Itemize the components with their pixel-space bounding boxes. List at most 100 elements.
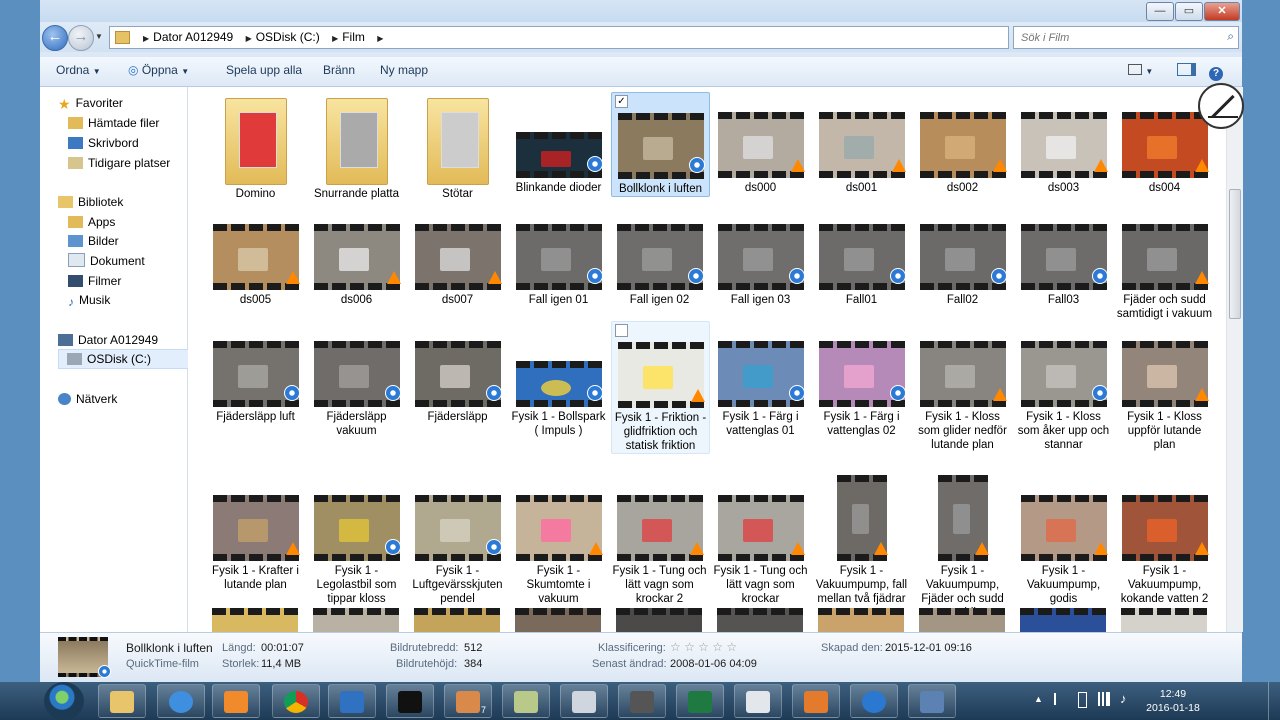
file-item[interactable]: Fysik 1 - Vakuumpump, godis <box>1015 475 1112 606</box>
file-item[interactable]: Snurrande platta <box>308 92 405 201</box>
file-item[interactable]: Fysik 1 - Vakuumpump, fall mellan två fj… <box>813 475 910 606</box>
taskbar-network-tool[interactable] <box>560 684 608 718</box>
nav-recent[interactable]: Tidigare platser <box>68 154 170 172</box>
video-thumbnail-partial[interactable] <box>212 608 298 632</box>
file-item[interactable]: Fysik 1 - Tung och lätt vagn som krockar… <box>611 475 708 606</box>
video-thumbnail-partial[interactable] <box>1121 608 1207 632</box>
video-thumbnail-partial[interactable] <box>515 608 601 632</box>
taskbar-settings[interactable] <box>908 684 956 718</box>
selection-checkbox[interactable] <box>615 324 628 337</box>
file-item[interactable]: Fysik 1 - Färg i vattenglas 01 <box>712 321 809 438</box>
action-center-icon[interactable] <box>1054 693 1064 705</box>
file-item[interactable]: Fysik 1 - Bollspark ( Impuls ) <box>510 321 607 438</box>
forward-button[interactable]: → <box>68 25 94 51</box>
file-item[interactable]: Fysik 1 - Skumtomte i vakuum <box>510 475 607 606</box>
taskbar-camera[interactable] <box>734 684 782 718</box>
play-all-button[interactable]: Spela upp alla <box>226 57 302 84</box>
back-button[interactable]: ← <box>42 25 68 51</box>
organize-button[interactable]: Ordna ▼ <box>56 57 101 85</box>
nav-pictures[interactable]: Bilder <box>68 232 119 250</box>
nav-favorites[interactable]: ★ Favoriter <box>58 94 123 112</box>
nav-videos[interactable]: Filmer <box>68 272 121 290</box>
file-item[interactable]: ds003 <box>1015 92 1112 195</box>
taskbar-calculator[interactable] <box>618 684 666 718</box>
battery-icon[interactable] <box>1078 692 1087 708</box>
minimize-button[interactable]: — <box>1146 2 1174 21</box>
nav-apps[interactable]: Apps <box>68 213 115 231</box>
video-thumbnail-partial[interactable] <box>818 608 904 632</box>
file-item[interactable]: Fysik 1 - Kloss som åker upp och stannar <box>1015 321 1112 452</box>
taskbar-excel[interactable] <box>676 684 724 718</box>
file-item[interactable]: ds005 <box>207 204 304 307</box>
taskbar-java[interactable] <box>792 684 840 718</box>
file-item[interactable]: Fysik 1 - Vakuumpump, kokande vatten 2 <box>1116 475 1213 606</box>
show-hidden-icons-icon[interactable]: ▲ <box>1034 694 1043 704</box>
nav-documents[interactable]: Dokument <box>68 252 145 270</box>
address-bar[interactable]: ▶Dator A012949 ▶OSDisk (C:) ▶Film ▶ ▼ ⟳ <box>109 26 1070 49</box>
vertical-scrollbar[interactable]: ▲ <box>1226 87 1243 632</box>
help-button[interactable]: ? <box>1209 57 1223 84</box>
nav-downloads[interactable]: Hämtade filer <box>68 114 159 132</box>
clock[interactable]: 12:49 2016-01-18 <box>1138 687 1208 715</box>
file-item[interactable]: ds007 <box>409 204 506 307</box>
recent-pages-icon[interactable]: ▼ <box>95 32 103 41</box>
breadcrumb-film[interactable]: Film <box>342 30 365 44</box>
nav-osdisk[interactable]: OSDisk (C:) <box>58 349 194 369</box>
taskbar-ie[interactable] <box>157 684 205 718</box>
open-button[interactable]: ◎ Öppna ▼ <box>128 57 189 85</box>
file-item[interactable]: Fysik 1 - Kloss uppför lutande plan <box>1116 321 1213 452</box>
taskbar-quicktime[interactable] <box>850 684 898 718</box>
taskbar-paint[interactable]: 7 <box>444 684 492 718</box>
preview-pane-button[interactable] <box>1177 57 1196 84</box>
search-box[interactable]: ⌕ <box>1013 26 1239 49</box>
taskbar-media[interactable] <box>212 684 260 718</box>
video-thumbnail-partial[interactable] <box>616 608 702 632</box>
file-item[interactable]: Fall01 <box>813 204 910 307</box>
maximize-button[interactable]: ▭ <box>1175 2 1203 21</box>
file-item[interactable]: Fysik 1 - Friktion - glidfriktion och st… <box>611 321 710 454</box>
selection-checkbox[interactable]: ✓ <box>615 95 628 108</box>
file-item[interactable]: Fall03 <box>1015 204 1112 307</box>
taskbar-explorer[interactable] <box>98 684 146 718</box>
file-item[interactable]: Fysik 1 - Krafter i lutande plan <box>207 475 304 592</box>
file-item[interactable]: ds001 <box>813 92 910 195</box>
file-item[interactable]: ds006 <box>308 204 405 307</box>
volume-icon[interactable]: ♪ <box>1120 691 1127 706</box>
scrollbar-thumb[interactable] <box>1229 189 1241 319</box>
file-item[interactable]: Fysik 1 - Luftgevärsskjuten pendel <box>409 475 506 606</box>
network-status-icon[interactable] <box>1098 692 1110 706</box>
file-item[interactable]: Fjädersläpp vakuum <box>308 321 405 438</box>
taskbar-chrome[interactable] <box>272 684 320 718</box>
nav-network[interactable]: Nätverk <box>58 390 117 408</box>
new-folder-button[interactable]: Ny mapp <box>380 57 428 84</box>
file-item[interactable]: Fysik 1 - Tung och lätt vagn som krockar <box>712 475 809 606</box>
file-item[interactable]: Fjädersläpp luft <box>207 321 304 424</box>
file-item[interactable]: Blinkande dioder <box>510 92 607 195</box>
file-item[interactable]: Stötar <box>409 92 506 201</box>
file-item[interactable]: Fysik 1 - Vakuumpump, Fjäder och sudd sa… <box>914 475 1011 620</box>
nav-music[interactable]: ♪ Musik <box>68 291 110 309</box>
show-desktop-button[interactable] <box>1268 682 1280 720</box>
breadcrumb-computer[interactable]: Dator A012949 <box>153 30 233 44</box>
file-item[interactable]: Fysik 1 - Legolastbil som tippar kloss <box>308 475 405 606</box>
file-item[interactable]: ds000 <box>712 92 809 195</box>
video-thumbnail-partial[interactable] <box>313 608 399 632</box>
file-item[interactable]: Fjäder och sudd samtidigt i vakuum <box>1116 204 1213 321</box>
taskbar-notes[interactable] <box>328 684 376 718</box>
nav-desktop[interactable]: Skrivbord <box>68 134 139 152</box>
taskbar-cmd[interactable] <box>386 684 434 718</box>
file-item[interactable]: Fall igen 03 <box>712 204 809 307</box>
video-thumbnail-partial[interactable] <box>1020 608 1106 632</box>
video-thumbnail-partial[interactable] <box>717 608 803 632</box>
breadcrumb-osdisk[interactable]: OSDisk (C:) <box>256 30 320 44</box>
file-item[interactable]: Fysik 1 - Färg i vattenglas 02 <box>813 321 910 438</box>
view-options-button[interactable]: ▼ <box>1128 57 1153 85</box>
pen-tool-icon[interactable] <box>1198 83 1244 129</box>
file-item[interactable]: Fjädersläpp <box>409 321 506 424</box>
nav-computer[interactable]: Dator A012949 <box>58 331 158 349</box>
file-item[interactable]: ds002 <box>914 92 1011 195</box>
search-input[interactable] <box>1019 29 1213 47</box>
file-item[interactable]: Fall igen 02 <box>611 204 708 307</box>
file-item[interactable]: Fall02 <box>914 204 1011 307</box>
file-item[interactable]: Fall igen 01 <box>510 204 607 307</box>
